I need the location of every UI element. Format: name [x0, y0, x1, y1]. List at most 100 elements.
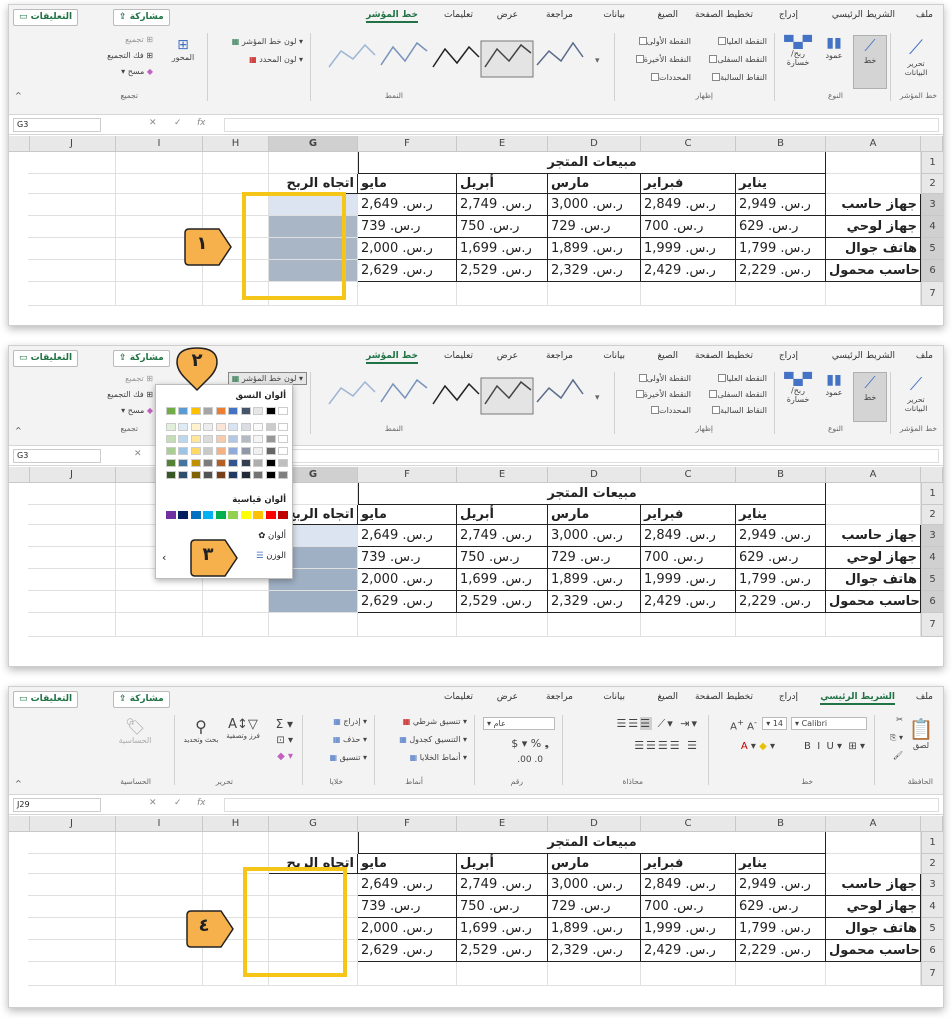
negative-points-checkbox[interactable]: النقاط السالبة — [709, 406, 767, 415]
cell-f5[interactable]: ر.س. 2,000 — [358, 238, 457, 260]
column-header-i[interactable]: I — [116, 816, 203, 832]
theme-swatch[interactable] — [240, 423, 251, 431]
cell-i2[interactable] — [116, 174, 203, 194]
cell-i7[interactable] — [116, 962, 203, 986]
negative-points-checkbox[interactable]: النقاط السالبة — [709, 73, 767, 82]
column-header-c[interactable]: C — [641, 467, 736, 483]
cell-j6[interactable] — [28, 260, 116, 282]
standard-swatch[interactable] — [265, 511, 276, 519]
cell-a3[interactable]: جهاز حاسب — [826, 525, 921, 547]
column-header-a[interactable]: A — [826, 467, 921, 483]
cell-e2[interactable]: أبريل — [457, 505, 548, 525]
cell-e7[interactable] — [457, 613, 548, 637]
theme-swatch[interactable] — [178, 435, 188, 443]
cell-d2[interactable]: مارس — [548, 854, 641, 874]
enter-icon[interactable]: ✓ — [174, 118, 182, 128]
row-header-3[interactable]: 3 — [921, 874, 943, 896]
tab-data[interactable]: بيانات — [603, 351, 625, 361]
theme-swatch[interactable] — [178, 423, 188, 431]
cell-a2[interactable] — [826, 505, 921, 525]
row-header-5[interactable]: 5 — [921, 918, 943, 940]
theme-swatch[interactable] — [178, 407, 188, 415]
insert-cells-button[interactable]: ▦ إدراج ▾ — [333, 717, 367, 726]
cell-h7[interactable] — [203, 613, 269, 637]
tab-help[interactable]: تعليمات — [444, 692, 473, 702]
cell-j5[interactable] — [28, 569, 116, 591]
row-header-2[interactable]: 2 — [921, 854, 943, 874]
standard-swatch[interactable] — [190, 511, 201, 519]
tab-formulas[interactable]: الصيغ — [657, 692, 678, 702]
column-header-e[interactable]: E — [457, 467, 548, 483]
collapse-ribbon-icon[interactable]: ^ — [15, 91, 22, 100]
column-header-a[interactable]: A — [826, 136, 921, 152]
select-all-corner[interactable] — [921, 136, 943, 152]
group-button[interactable]: تجميع ⊞ — [125, 35, 153, 44]
column-header-f[interactable]: F — [358, 816, 457, 832]
grow-shrink-font[interactable]: A+ A- — [730, 717, 757, 732]
cell-d4[interactable]: ر.س. 729 — [548, 547, 641, 569]
column-header-h[interactable]: H — [203, 136, 269, 152]
cell-d4[interactable]: ر.س. 729 — [548, 216, 641, 238]
cell-d7[interactable] — [548, 962, 641, 986]
cell-e7[interactable] — [457, 962, 548, 986]
theme-swatch[interactable] — [178, 459, 188, 467]
ungroup-button[interactable]: فك التجميع ⊞ — [107, 51, 153, 60]
cell-d6[interactable]: ر.س. 2,329 — [548, 591, 641, 613]
cancel-icon[interactable]: ✕ — [149, 118, 157, 128]
tab-data[interactable]: بيانات — [603, 10, 625, 20]
type-column-button[interactable]: ▮▮ عمود — [819, 35, 849, 60]
column-header-e[interactable]: E — [457, 816, 548, 832]
tab-review[interactable]: مراجعة — [546, 692, 573, 702]
cell-e6[interactable]: ر.س. 2,529 — [457, 260, 548, 282]
row-header-1[interactable]: 1 — [921, 832, 943, 854]
standard-swatch[interactable] — [228, 511, 238, 519]
tab-insert[interactable]: إدراج — [779, 10, 798, 20]
cell-j1[interactable] — [28, 152, 116, 174]
sheet-title[interactable]: مبيعات المتجر — [358, 483, 826, 505]
row-header-7[interactable]: 7 — [921, 962, 943, 986]
cell-d5[interactable]: ر.س. 1,899 — [548, 238, 641, 260]
cell-i6[interactable] — [116, 591, 203, 613]
row-header-4[interactable]: 4 — [921, 547, 943, 569]
cell-f6[interactable]: ر.س. 2,629 — [358, 591, 457, 613]
theme-swatch[interactable] — [165, 447, 176, 455]
cell-a6[interactable]: حاسب محمول — [826, 940, 921, 962]
standard-swatch[interactable] — [203, 511, 213, 519]
cell-f2[interactable]: مايو — [358, 505, 457, 525]
cell-b3[interactable]: ر.س. 2,949 — [736, 525, 826, 547]
tab-sparkline[interactable]: خط المؤشر — [366, 351, 418, 364]
cell-i7[interactable] — [116, 282, 203, 306]
cell-a6[interactable]: حاسب محمول — [826, 260, 921, 282]
cell-a4[interactable]: جهاز لوحي — [826, 216, 921, 238]
row-header-3[interactable]: 3 — [921, 525, 943, 547]
cell-a1[interactable] — [826, 152, 921, 174]
tab-sparkline[interactable]: خط المؤشر — [366, 10, 418, 23]
theme-swatch[interactable] — [190, 423, 201, 431]
cell-i1[interactable] — [116, 832, 203, 854]
cell-c6[interactable]: ر.س. 2,429 — [641, 940, 736, 962]
collapse-ribbon-icon[interactable]: ^ — [15, 779, 22, 788]
tab-page-layout[interactable]: تخطيط الصفحة — [695, 351, 753, 361]
theme-swatch[interactable] — [265, 423, 276, 431]
cell-g1[interactable] — [269, 832, 358, 854]
column-header-i[interactable]: I — [116, 136, 203, 152]
theme-swatch[interactable] — [228, 471, 238, 479]
cell-b2[interactable]: يناير — [736, 854, 826, 874]
cell-e2[interactable]: أبريل — [457, 174, 548, 194]
clear-button[interactable]: ▾ مسح ◆ — [121, 67, 153, 76]
cell-d4[interactable]: ر.س. 729 — [548, 896, 641, 918]
tab-help[interactable]: تعليمات — [444, 10, 473, 20]
cell-j5[interactable] — [28, 918, 116, 940]
cell-e5[interactable]: ر.س. 1,699 — [457, 238, 548, 260]
theme-swatch[interactable] — [240, 447, 251, 455]
column-header-c[interactable]: C — [641, 136, 736, 152]
name-box[interactable]: G3 — [13, 449, 101, 463]
theme-swatch[interactable] — [165, 423, 176, 431]
cell-b2[interactable]: يناير — [736, 505, 826, 525]
theme-swatch[interactable] — [178, 471, 188, 479]
cell-j5[interactable] — [28, 238, 116, 260]
tab-formulas[interactable]: الصيغ — [657, 10, 678, 20]
tab-file[interactable]: ملف — [916, 692, 933, 702]
cancel-icon[interactable]: ✕ — [149, 798, 157, 808]
theme-swatch[interactable] — [240, 435, 251, 443]
